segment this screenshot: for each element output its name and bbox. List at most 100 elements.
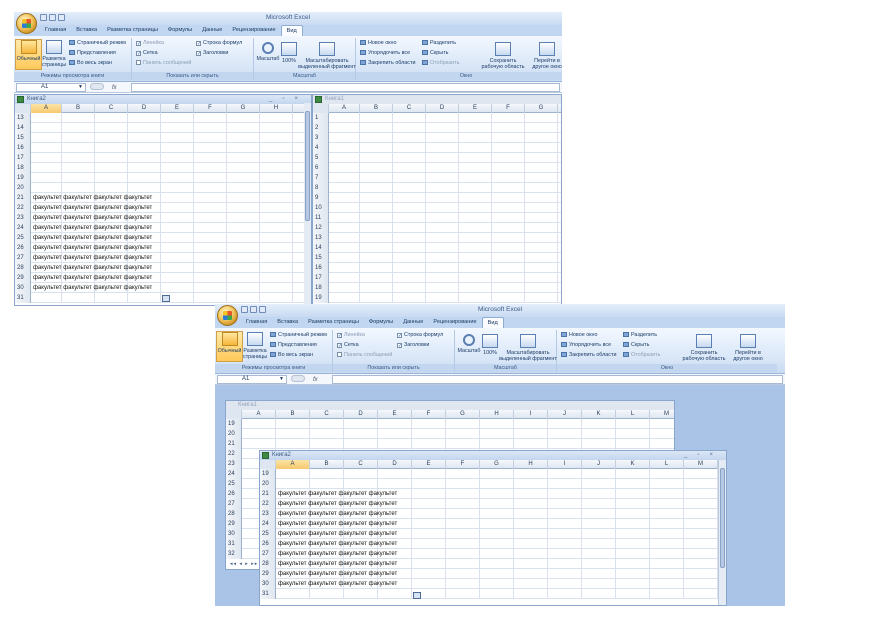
row-header[interactable]: 18 xyxy=(15,163,31,173)
row-header[interactable]: 23 xyxy=(15,213,31,223)
column-header-G[interactable]: G xyxy=(525,104,558,113)
arrange-all-button[interactable]: Упорядочить все xyxy=(360,50,410,57)
sheet-grid[interactable]: A B C D E F G 1 2 3 4 5 6 7 8 9 10 11 12 13 14 15 16 17 18 19 xyxy=(313,104,561,305)
row-header[interactable]: 15 xyxy=(15,133,31,143)
full-screen-button[interactable]: Во весь экран xyxy=(69,60,112,67)
column-header-I[interactable]: I xyxy=(514,410,548,419)
row-header[interactable]: 31 xyxy=(226,539,242,549)
tab-2[interactable]: Разметка страницы xyxy=(303,317,364,328)
column-header-D[interactable]: D xyxy=(378,460,412,469)
cell-text[interactable]: факультет факультет факультет факультет xyxy=(33,223,152,233)
column-header-M[interactable]: M xyxy=(684,460,718,469)
column-header-G[interactable]: G xyxy=(480,460,514,469)
row-header[interactable]: 15 xyxy=(313,253,329,263)
row-header[interactable]: 7 xyxy=(313,173,329,183)
switch-windows-button[interactable]: Перейти в другое окно xyxy=(727,334,769,362)
row-header[interactable]: 28 xyxy=(226,509,242,519)
column-header-E[interactable]: E xyxy=(459,104,492,113)
row-header[interactable]: 16 xyxy=(15,143,31,153)
column-header-C[interactable]: C xyxy=(344,460,378,469)
column-header-H[interactable]: H xyxy=(480,410,514,419)
column-header-A[interactable]: A xyxy=(31,104,62,113)
row-header[interactable]: 25 xyxy=(260,529,276,539)
column-header-E[interactable]: E xyxy=(378,410,412,419)
select-all-corner[interactable] xyxy=(260,460,276,469)
row-header[interactable]: 26 xyxy=(226,489,242,499)
normal-view-button[interactable]: Обычный xyxy=(216,332,243,354)
cell-text[interactable]: факультет факультет факультет факультет xyxy=(278,489,397,499)
scroll-thumb[interactable] xyxy=(305,111,310,221)
column-header-D[interactable]: D xyxy=(128,104,161,113)
row-header[interactable]: 20 xyxy=(15,183,31,193)
ruler-checkbox[interactable]: ✓ Линейка xyxy=(337,332,365,339)
save-workspace-button[interactable]: Сохранить рабочую область xyxy=(480,42,526,70)
custom-views-button[interactable]: Представления xyxy=(69,50,116,57)
row-header[interactable]: 31 xyxy=(15,293,31,303)
cell-text[interactable]: факультет факультет факультет факультет xyxy=(278,529,397,539)
freeze-panes-button[interactable]: Закрепить области xyxy=(561,352,616,359)
row-header[interactable]: 29 xyxy=(15,273,31,283)
office-button[interactable] xyxy=(16,13,37,34)
column-header-B[interactable]: B xyxy=(360,104,393,113)
column-header-G[interactable]: G xyxy=(227,104,260,113)
headings-checkbox[interactable]: ✓ Заголовки xyxy=(196,50,228,57)
select-all-corner[interactable] xyxy=(313,104,329,113)
row-header[interactable]: 24 xyxy=(226,469,242,479)
zoom-100-button[interactable]: 100% xyxy=(481,334,499,356)
zoom-100-button[interactable]: 100% xyxy=(280,42,298,64)
workbook-window-kniga1[interactable]: Книга1 A B C D E F G 1 2 3 4 5 6 7 8 9 10 11 12 13 14 15 16 17 1… xyxy=(312,94,562,306)
row-header[interactable]: 17 xyxy=(313,273,329,283)
custom-views-button[interactable]: Представления xyxy=(270,342,317,349)
new-window-button[interactable]: Новое окно xyxy=(360,40,397,47)
tab-1[interactable]: Вставка xyxy=(272,317,303,328)
tab-1[interactable]: Вставка xyxy=(71,25,102,36)
split-button[interactable]: Разделить xyxy=(623,332,657,339)
formula-bar-checkbox[interactable]: ✓ Строка формул xyxy=(196,40,242,47)
row-header[interactable]: 19 xyxy=(260,469,276,479)
row-header[interactable]: 19 xyxy=(15,173,31,183)
column-header-A[interactable]: A xyxy=(276,460,310,469)
row-header[interactable]: 24 xyxy=(260,519,276,529)
tab-0[interactable]: Главная xyxy=(40,25,71,36)
formula-bar-checkbox[interactable]: ✓ Строка формул xyxy=(397,332,443,339)
row-header[interactable]: 28 xyxy=(260,559,276,569)
row-header[interactable]: 19 xyxy=(226,419,242,429)
column-header-E[interactable]: E xyxy=(161,104,194,113)
freeze-panes-button[interactable]: Закрепить области xyxy=(360,60,415,67)
hide-button[interactable]: Скрыть xyxy=(623,342,649,349)
row-header[interactable]: 22 xyxy=(15,203,31,213)
tab-2[interactable]: Разметка страницы xyxy=(102,25,163,36)
cell-text[interactable]: факультет факультет факультет факультет xyxy=(33,273,152,283)
column-header-E[interactable]: E xyxy=(412,460,446,469)
zoom-button[interactable]: Масштаб xyxy=(457,334,481,354)
paste-options-icon[interactable] xyxy=(413,592,421,599)
row-header[interactable]: 20 xyxy=(226,429,242,439)
zoom-button[interactable]: Масштаб xyxy=(256,42,280,62)
vertical-scrollbar[interactable] xyxy=(718,460,726,605)
column-header-J[interactable]: J xyxy=(582,460,616,469)
row-header[interactable]: 19 xyxy=(313,293,329,303)
row-header[interactable]: 5 xyxy=(313,153,329,163)
column-header-A[interactable]: A xyxy=(329,104,360,113)
tab-3[interactable]: Формулы xyxy=(163,25,197,36)
sheet-grid[interactable]: A B C D E F G H I J K L M 19 20 21 факультет факультет ф… xyxy=(260,460,718,605)
cell-text[interactable]: факультет факультет факультет факультет xyxy=(33,263,152,273)
row-header[interactable]: 29 xyxy=(226,519,242,529)
row-header[interactable]: 22 xyxy=(226,449,242,459)
row-header[interactable]: 25 xyxy=(15,233,31,243)
row-header[interactable]: 30 xyxy=(260,579,276,589)
gridlines-checkbox[interactable]: ✓ Сетка xyxy=(136,50,158,57)
cell-text[interactable]: факультет факультет факультет факультет xyxy=(278,519,397,529)
workbook-title-bar[interactable]: Книга2 _▫× xyxy=(260,451,726,460)
column-header-F[interactable]: F xyxy=(412,410,446,419)
workbook-window-kniga2[interactable]: Книга2 _▫× A B C D E F G H I J K L M 19 20 21 факультет ф… xyxy=(259,450,727,606)
message-bar-checkbox[interactable]: Панель сообщений xyxy=(136,60,191,67)
column-header-C[interactable]: C xyxy=(310,410,344,419)
row-header[interactable]: 30 xyxy=(15,283,31,293)
save-workspace-button[interactable]: Сохранить рабочую область xyxy=(681,334,727,362)
ruler-checkbox[interactable]: ✓ Линейка xyxy=(136,40,164,47)
row-header[interactable]: 17 xyxy=(15,153,31,163)
insert-function-button[interactable]: fx xyxy=(291,375,331,384)
tab-6[interactable]: Вид xyxy=(280,25,303,36)
column-header-M[interactable]: M xyxy=(650,410,674,419)
